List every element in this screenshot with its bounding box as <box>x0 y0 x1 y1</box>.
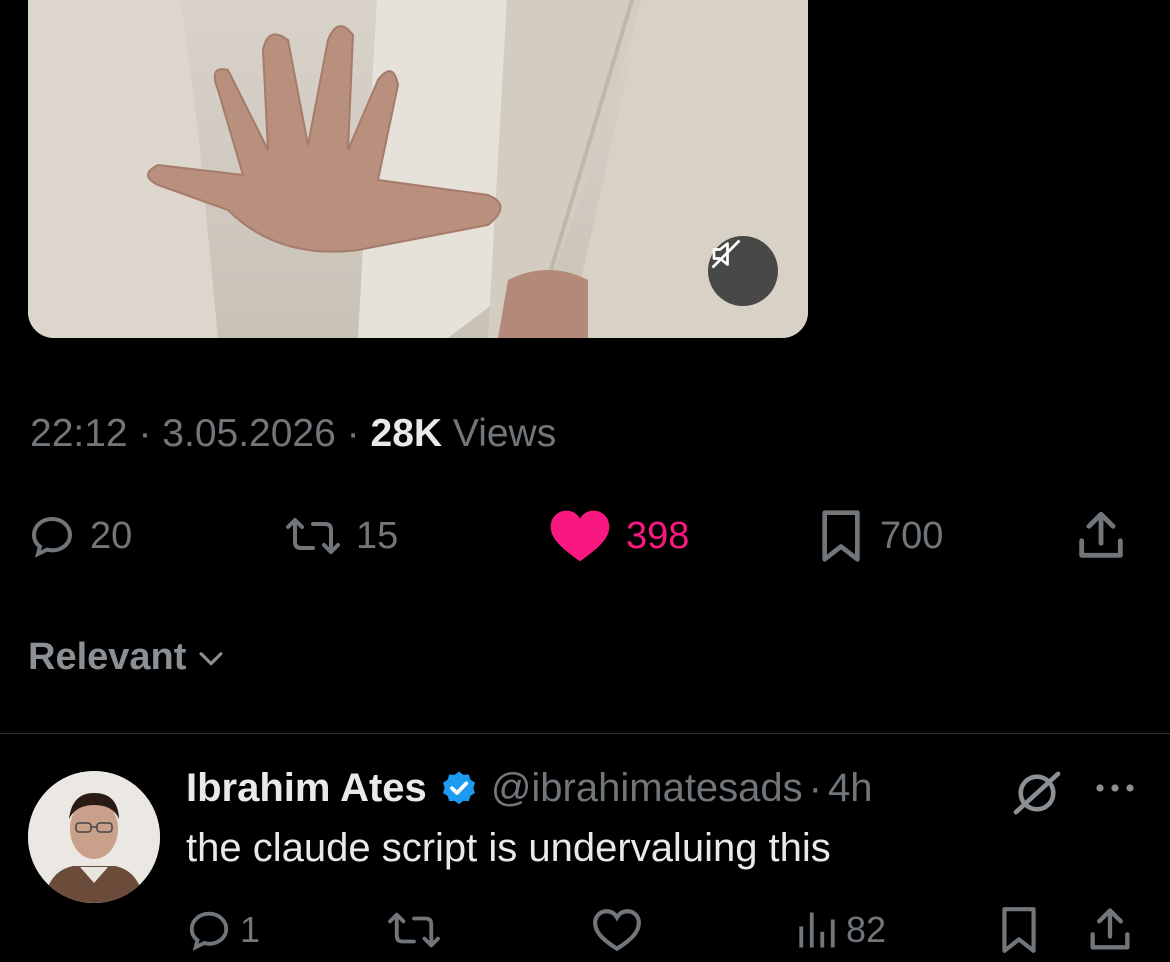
reply-views-count: 82 <box>846 909 887 950</box>
repost-button[interactable]: 15 <box>284 500 398 572</box>
share-icon <box>1090 908 1130 950</box>
avatar-photo <box>28 771 160 903</box>
more-button[interactable] <box>1092 778 1138 803</box>
reply-sort-dropdown[interactable]: Relevant <box>28 636 228 679</box>
bookmark-button[interactable]: 700 <box>816 500 943 572</box>
mute-button[interactable] <box>708 236 778 306</box>
reply-share-button[interactable] <box>1084 900 1136 960</box>
reply-action-bar: 1 82 <box>0 900 1170 960</box>
tweet-date: 3.05.2026 <box>162 412 336 455</box>
reply-header: Ibrahim Ates @ibrahimatesads · 4h <box>186 766 873 811</box>
reply-sort-label: Relevant <box>28 636 187 678</box>
more-icon <box>1096 784 1134 792</box>
reply-text: the claude script is undervaluing this <box>186 826 831 870</box>
meta-separator: · <box>808 766 822 810</box>
chevron-down-icon <box>199 651 223 665</box>
reply-author-name[interactable]: Ibrahim Ates <box>186 766 427 811</box>
reply-age[interactable]: 4h <box>828 766 873 811</box>
meta-separator: · <box>346 412 360 455</box>
reply-icon <box>31 516 73 558</box>
bookmark-icon <box>822 510 860 562</box>
views-icon <box>799 912 835 948</box>
reply-button[interactable]: 20 <box>28 500 132 572</box>
repost-count: 15 <box>356 514 399 557</box>
mute-icon <box>711 239 741 269</box>
reply-like-button[interactable] <box>592 900 650 960</box>
bookmark-icon <box>1002 907 1036 953</box>
reply-count: 20 <box>90 514 133 557</box>
avatar[interactable] <box>28 771 160 903</box>
grok-button[interactable] <box>1012 770 1062 821</box>
share-button[interactable] <box>1072 500 1130 572</box>
bookmark-count: 700 <box>880 514 944 557</box>
reply-views-button[interactable]: 82 <box>796 900 886 960</box>
tweet-meta: 22:12 · 3.05.2026 · 28K Views <box>30 412 556 456</box>
reply-bookmark-button[interactable] <box>996 900 1042 960</box>
repost-icon <box>388 912 440 948</box>
like-count: 398 <box>626 514 690 557</box>
reply-icon <box>189 911 229 951</box>
reply-reply-button[interactable]: 1 <box>186 900 260 960</box>
reply-author-handle[interactable]: @ibrahimatesads <box>491 766 803 811</box>
repost-icon <box>286 518 340 554</box>
views-label: Views <box>452 412 557 455</box>
reply-reply-count: 1 <box>240 909 261 950</box>
heart-icon <box>550 510 610 562</box>
video-player[interactable] <box>28 0 808 338</box>
grok-icon <box>1013 771 1061 815</box>
verified-badge-icon[interactable] <box>439 769 479 809</box>
like-button[interactable]: 398 <box>548 500 689 572</box>
tweet-action-bar: 20 15 398 700 <box>0 500 1170 572</box>
share-icon <box>1079 511 1123 558</box>
meta-separator: · <box>138 412 152 455</box>
reply-repost-button[interactable] <box>386 900 450 960</box>
tweet-time: 22:12 <box>30 412 128 455</box>
video-frame <box>28 0 808 338</box>
heart-icon <box>593 909 641 952</box>
divider <box>0 733 1170 734</box>
views-count[interactable]: 28K <box>371 412 443 455</box>
